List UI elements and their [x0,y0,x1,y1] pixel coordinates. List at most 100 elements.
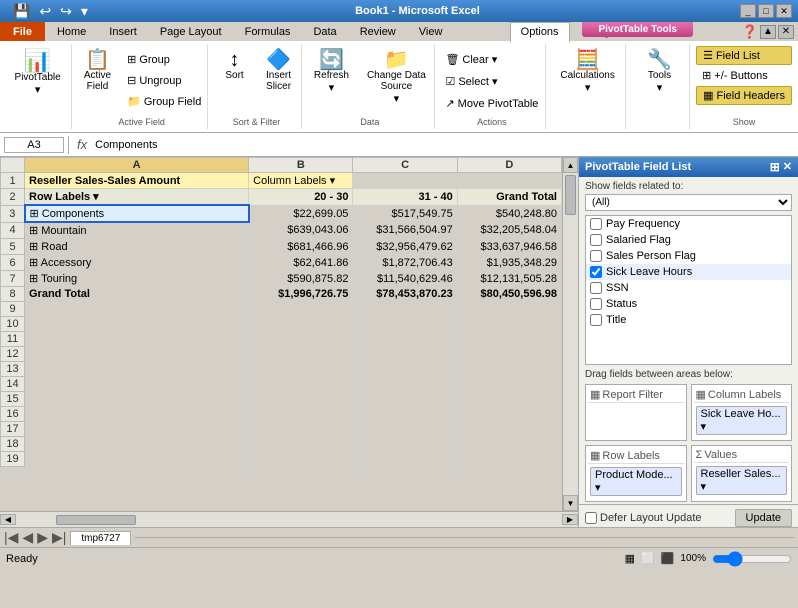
cell-c4[interactable]: $31,566,504.97 [353,222,457,239]
values-chip[interactable]: Reseller Sales... ▾ [696,466,788,495]
cell-d4[interactable]: $32,205,548.04 [457,222,561,239]
vertical-scrollbar[interactable]: ▲ ▼ [562,157,578,511]
formula-input[interactable] [95,139,794,151]
cell-c7[interactable]: $11,540,629.46 [353,271,457,287]
checkbox-sales-person-flag[interactable] [590,250,602,262]
plusminus-buttons-btn[interactable]: ⊞ +/- Buttons [696,67,792,84]
cell-b4[interactable]: $639,043.06 [249,222,353,239]
column-labels-area[interactable]: ▦ Column Labels Sick Leave Ho... ▾ [691,384,793,441]
cell-a5[interactable]: ⊞ Road [25,239,249,255]
sheet-tab-tmp6727[interactable]: tmp6727 [70,531,131,545]
minimize-btn[interactable]: _ [740,4,756,18]
tab-home[interactable]: Home [46,22,97,41]
tab-pivot-options[interactable]: Options [510,22,570,43]
cell-c8[interactable]: $78,453,870.23 [353,287,457,302]
tab-file[interactable]: File [0,22,45,41]
cell-b3[interactable]: $22,699.05 [249,205,353,222]
field-list-btn[interactable]: ☰ Field List [696,46,792,65]
scroll-right-btn[interactable]: ▶ [562,514,578,525]
col-header-d[interactable]: D [457,158,561,173]
tab-data[interactable]: Data [302,22,347,41]
cell-reference-box[interactable] [4,137,64,153]
checkbox-sick-leave-hours[interactable] [590,266,602,278]
field-headers-btn[interactable]: ▦ Field Headers [696,86,792,105]
cell-b6[interactable]: $62,641.86 [249,255,353,271]
calculations-btn[interactable]: 🧮 Calculations ▾ [553,46,621,98]
checkbox-pay-frequency[interactable] [590,218,602,230]
row-labels-chip[interactable]: Product Mode... ▾ [590,467,682,496]
active-field-btn[interactable]: 📋 ActiveField [77,46,118,96]
cell-c6[interactable]: $1,872,706.43 [353,255,457,271]
row-labels-area[interactable]: ▦ Row Labels Product Mode... ▾ [585,445,687,502]
cell-b2[interactable]: 20 - 30 [249,189,353,206]
cell-b1[interactable]: Column Labels ▾ [249,173,353,189]
cell-d6[interactable]: $1,935,348.29 [457,255,561,271]
pivottable-btn[interactable]: 📊 PivotTable ▾ [8,46,68,100]
cell-d3[interactable]: $540,248.80 [457,205,561,222]
defer-checkbox[interactable] [585,512,597,524]
cell-a4[interactable]: ⊞ Mountain [25,222,249,239]
scroll-thumb[interactable] [565,175,576,215]
close-btn[interactable]: ✕ [776,4,792,18]
cell-a7[interactable]: ⊞ Touring [25,271,249,287]
ribbon-minimize-btn[interactable]: ▲ [760,25,776,39]
values-area[interactable]: Σ Values Reseller Sales... ▾ [691,445,793,502]
col-header-b[interactable]: B [249,158,353,173]
cell-a8[interactable]: Grand Total [25,287,249,302]
cell-d5[interactable]: $33,637,946.58 [457,239,561,255]
cell-c2[interactable]: 31 - 40 [353,189,457,206]
field-item-status[interactable]: Status [586,296,791,312]
cell-a6[interactable]: ⊞ Accessory [25,255,249,271]
tools-btn[interactable]: 🔧 Tools ▾ [640,46,680,98]
quick-access-toolbar[interactable]: 💾 ↩ ↪ ▾ [6,2,95,21]
field-item-pay-frequency[interactable]: Pay Frequency [586,216,791,232]
help-icon[interactable]: ❓ [742,24,758,40]
page-layout-btn[interactable]: ⬜ [641,552,655,565]
clear-btn[interactable]: 🗑 Clear ▾ [440,50,543,69]
field-item-sick-leave-hours[interactable]: Sick Leave Hours [586,264,791,280]
field-item-ssn[interactable]: SSN [586,280,791,296]
cell-c3[interactable]: $517,549.75 [353,205,457,222]
customize-btn[interactable]: ▾ [78,2,91,21]
scroll-track[interactable] [563,173,578,495]
column-labels-chip[interactable]: Sick Leave Ho... ▾ [696,406,788,435]
group-field-btn[interactable]: 📁 Group Field [122,92,206,111]
cell-a2[interactable]: Row Labels ▾ [25,189,249,206]
checkbox-ssn[interactable] [590,282,602,294]
ungroup-btn[interactable]: ⊟ Ungroup [122,71,206,90]
sheet-nav-prev[interactable]: ◀ [22,529,33,546]
cell-d2[interactable]: Grand Total [457,189,561,206]
sort-btn[interactable]: ↕ Sort [215,46,255,85]
sheet-nav-first[interactable]: |◀ [4,529,18,546]
group-btn[interactable]: ⊞ Group [122,50,206,69]
cell-a1[interactable]: Reseller Sales-Sales Amount [25,173,249,189]
field-list-arrange-btn[interactable]: ⊞ [770,160,780,174]
horizontal-scrollbar[interactable]: ◀ ▶ [0,511,578,527]
save-btn[interactable]: 💾 [10,2,33,21]
ribbon-close-btn[interactable]: ✕ [778,25,794,39]
cell-d7[interactable]: $12,131,505.28 [457,271,561,287]
sheet-nav-last[interactable]: ▶| [52,529,66,546]
col-header-c[interactable]: C [353,158,457,173]
field-list-close-btn[interactable]: ✕ [783,160,792,174]
tab-insert[interactable]: Insert [98,22,148,41]
cell-a3[interactable]: ⊞ Components [25,205,249,222]
move-pivottable-btn[interactable]: ↗ Move PivotTable [440,94,543,113]
cell-b5[interactable]: $681,466.96 [249,239,353,255]
cell-d1[interactable] [457,173,561,189]
cell-c1[interactable] [353,173,457,189]
field-item-salaried-flag[interactable]: Salaried Flag [586,232,791,248]
show-fields-dropdown[interactable]: (All) [585,194,792,211]
scroll-left-btn[interactable]: ◀ [0,514,16,525]
undo-btn[interactable]: ↩ [36,2,54,21]
insert-slicer-btn[interactable]: 🔷 InsertSlicer [259,46,299,96]
tab-formulas[interactable]: Formulas [234,22,302,41]
checkbox-status[interactable] [590,298,602,310]
cell-b8[interactable]: $1,996,726.75 [249,287,353,302]
cell-d8[interactable]: $80,450,596.98 [457,287,561,302]
select-btn[interactable]: ☑ Select ▾ [440,72,543,91]
update-btn[interactable]: Update [735,509,792,527]
col-header-a[interactable]: A [25,158,249,173]
scroll-down-btn[interactable]: ▼ [563,495,578,511]
checkbox-salaried-flag[interactable] [590,234,602,246]
